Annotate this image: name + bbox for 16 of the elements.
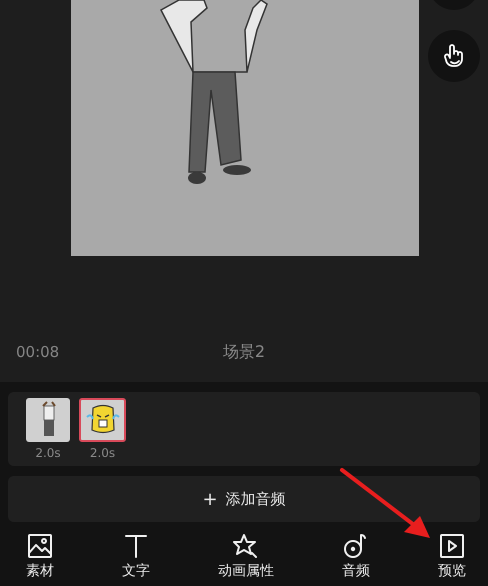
scene-title: 场景2 [222, 342, 266, 362]
play-icon [438, 532, 466, 560]
toolbar-button[interactable]: 动画属性 [218, 532, 274, 580]
clip-thumbnail[interactable] [79, 398, 126, 442]
add-audio-button[interactable]: + 添加音频 [8, 476, 480, 522]
toolbar-button[interactable]: 文字 [122, 532, 150, 580]
toolbar-button[interactable]: 预览 [438, 532, 466, 580]
clip-thumbnail[interactable] [26, 398, 70, 442]
clip-duration: 2.0s [90, 446, 116, 460]
clip-duration: 2.0s [35, 446, 61, 460]
playback-time: 00:08 [16, 343, 60, 361]
star-icon [232, 532, 260, 560]
toolbar-button[interactable]: 音频 [342, 532, 370, 580]
text-icon [122, 532, 150, 560]
image-icon [26, 532, 54, 560]
toolbar-button[interactable]: 素材 [26, 532, 54, 580]
